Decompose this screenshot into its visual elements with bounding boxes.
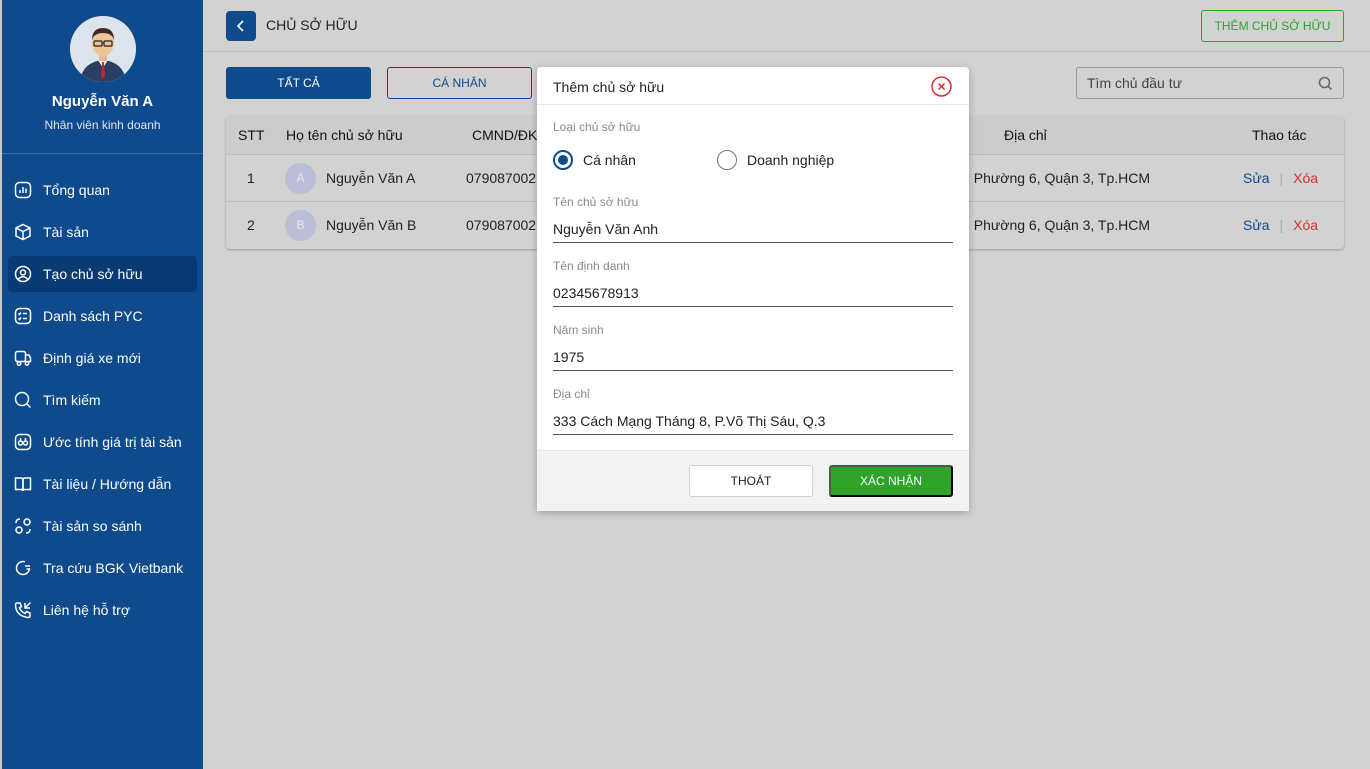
row-actions: Sửa | Xóa <box>1243 217 1318 233</box>
sidebar-item-compare-assets[interactable]: Tài sản so sánh <box>8 508 197 544</box>
user-name: Nguyễn Văn A <box>51 93 154 110</box>
row-address: , Phường 6, Quận 3, Tp.HCM <box>966 217 1151 233</box>
row-actions: Sửa | Xóa <box>1243 170 1318 186</box>
user-role: Nhân viên kinh doanh <box>44 118 161 132</box>
sidebar-item-create-owner[interactable]: Tạo chủ sở hữu <box>8 256 197 292</box>
close-icon <box>931 76 952 97</box>
delete-link[interactable]: Xóa <box>1293 170 1318 186</box>
filter-all-button[interactable]: TẤT CẢ <box>226 67 371 99</box>
header-name: Họ tên chủ sở hữu <box>286 127 403 143</box>
sidebar-item-new-vehicle-valuation[interactable]: Định giá xe mới <box>8 340 197 376</box>
owner-name-label: Tên chủ sở hữu <box>553 195 639 209</box>
search-box <box>1076 67 1344 99</box>
add-owner-button[interactable]: THÊM CHỦ SỞ HỮU <box>1201 10 1344 42</box>
user-circle-icon <box>13 264 33 284</box>
modal-footer: THOÁT XÁC NHẬN <box>537 450 969 511</box>
edit-link[interactable]: Sửa <box>1243 170 1270 186</box>
sidebar-item-search[interactable]: Tìm kiếm <box>8 382 197 418</box>
sidebar: Nguyễn Văn A Nhân viên kinh doanh Tổng q… <box>0 0 203 769</box>
radio-individual-label: Cá nhân <box>583 152 636 168</box>
phone-icon <box>13 600 33 620</box>
calculator-icon <box>13 432 33 452</box>
radio-business-label: Doanh nghiệp <box>747 152 835 168</box>
truck-icon <box>13 348 33 368</box>
box-icon <box>13 222 33 242</box>
exit-button[interactable]: THOÁT <box>689 465 813 497</box>
avatar[interactable] <box>69 16 136 82</box>
edit-link[interactable]: Sửa <box>1243 217 1270 233</box>
address-label: Địa chỉ <box>553 387 590 401</box>
sidebar-item-overview[interactable]: Tổng quan <box>8 172 197 208</box>
birth-year-label: Năm sinh <box>553 323 604 337</box>
row-address: , Phường 6, Quận 3, Tp.HCM <box>966 170 1151 186</box>
header-actions: Thao tác <box>1252 127 1307 143</box>
compare-icon <box>13 516 33 536</box>
header-stt: STT <box>238 127 265 143</box>
row-id: 079087002 <box>466 217 537 233</box>
avatar: B <box>285 209 316 241</box>
row-id: 079087002 <box>466 170 537 186</box>
radio-individual[interactable]: Cá nhân <box>553 150 636 170</box>
confirm-button[interactable]: XÁC NHẬN <box>829 465 953 497</box>
header-address: Địa chỉ <box>1004 127 1047 143</box>
sidebar-item-label: Tài sản <box>43 224 89 240</box>
close-button[interactable] <box>931 76 952 97</box>
delete-link[interactable]: Xóa <box>1293 217 1318 233</box>
add-owner-modal: Thêm chủ sở hữu Loại chủ sở hữu Cá nhân … <box>537 67 969 511</box>
avatar: A <box>285 162 316 194</box>
action-divider: | <box>1279 170 1284 186</box>
sidebar-item-bgk-lookup[interactable]: Tra cứu BGK Vietbank <box>8 550 197 586</box>
filter-individual-button[interactable]: CÁ NHÂN <box>387 67 532 99</box>
top-bar: CHỦ SỞ HỮU THÊM CHỦ SỞ HỮU <box>203 0 1370 52</box>
sidebar-item-label: Ước tính giá trị tài sản <box>43 434 182 450</box>
book-icon <box>13 474 33 494</box>
sidebar-nav: Tổng quan Tài sản Tạo chủ sở hữu Danh sá… <box>2 154 203 628</box>
owner-type-label: Loại chủ sở hữu <box>553 120 641 134</box>
row-stt: 2 <box>247 217 255 233</box>
modal-header: Thêm chủ sở hữu <box>537 67 969 105</box>
radio-checked-indicator <box>553 150 573 170</box>
sidebar-item-support[interactable]: Liên hệ hỗ trợ <box>8 592 197 628</box>
modal-title: Thêm chủ sở hữu <box>553 79 665 95</box>
address-field[interactable] <box>553 407 953 435</box>
row-stt: 1 <box>247 170 255 186</box>
chart-icon <box>13 180 33 200</box>
sidebar-item-label: Tài liệu / Hướng dẫn <box>43 476 172 492</box>
search-input[interactable] <box>1077 68 1307 98</box>
back-button[interactable] <box>226 11 256 41</box>
owner-name-field[interactable] <box>553 215 953 243</box>
sidebar-item-assets[interactable]: Tài sản <box>8 214 197 250</box>
sidebar-item-label: Tìm kiếm <box>43 392 101 408</box>
sidebar-item-documents[interactable]: Tài liệu / Hướng dẫn <box>8 466 197 502</box>
sidebar-item-label: Tổng quan <box>43 182 110 198</box>
search-icon <box>13 390 33 410</box>
user-profile: Nguyễn Văn A Nhân viên kinh doanh <box>2 0 203 154</box>
sidebar-item-label: Tài sản so sánh <box>43 518 142 534</box>
row-name: Nguyễn Văn A <box>326 170 416 186</box>
chevron-left-icon <box>236 20 244 32</box>
sidebar-item-label: Liên hệ hỗ trợ <box>43 602 131 618</box>
sidebar-item-label: Danh sách PYC <box>43 308 143 324</box>
sidebar-item-label: Tạo chủ sở hữu <box>43 266 143 282</box>
identifier-label: Tên định danh <box>553 259 630 273</box>
search-icon[interactable] <box>1318 76 1333 91</box>
birth-year-field[interactable] <box>553 343 953 371</box>
sidebar-item-label: Tra cứu BGK Vietbank <box>43 560 184 576</box>
radio-business[interactable]: Doanh nghiệp <box>717 150 834 170</box>
page-title: CHỦ SỞ HỮU <box>266 17 358 33</box>
row-name: Nguyễn Văn B <box>326 217 417 233</box>
sidebar-item-label: Định giá xe mới <box>43 350 141 366</box>
refresh-search-icon <box>13 558 33 578</box>
checklist-icon <box>13 306 33 326</box>
action-divider: | <box>1279 217 1284 233</box>
header-id: CMND/ĐK <box>472 127 538 143</box>
sidebar-item-pyc-list[interactable]: Danh sách PYC <box>8 298 197 334</box>
identifier-field[interactable] <box>553 279 953 307</box>
radio-unchecked-indicator <box>717 150 737 170</box>
sidebar-item-estimate-value[interactable]: Ước tính giá trị tài sản <box>8 424 197 460</box>
